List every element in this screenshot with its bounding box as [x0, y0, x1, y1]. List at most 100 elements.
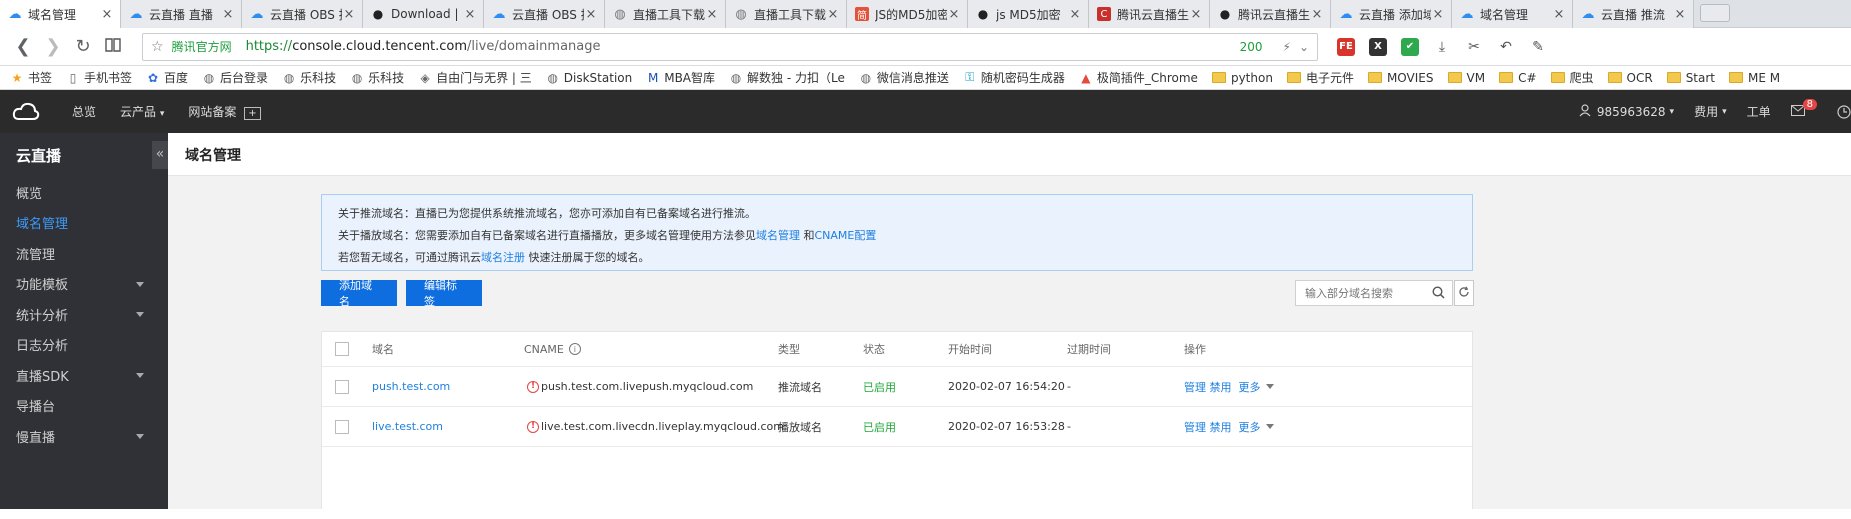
browser-tab[interactable]: ☁ 域名管理 ×: [0, 0, 121, 28]
browser-tab[interactable]: ☁ 云直播 OBS 推×: [484, 0, 605, 28]
close-icon[interactable]: ×: [1431, 7, 1445, 22]
refresh-button[interactable]: [1454, 280, 1474, 306]
chevron-down-icon[interactable]: [1265, 384, 1274, 389]
bookmark-item[interactable]: ▯ 手机书签: [66, 69, 132, 86]
close-icon[interactable]: ×: [463, 7, 477, 22]
browser-tab[interactable]: ☁ 云直播 添加域 ×: [1331, 0, 1452, 28]
bookmark-item[interactable]: ◍ 后台登录: [202, 69, 268, 86]
close-icon[interactable]: ×: [826, 7, 840, 22]
domain-link[interactable]: push.test.com: [372, 367, 450, 406]
billing-menu[interactable]: 费用 ▾: [1694, 103, 1727, 120]
cname-config-doc-link[interactable]: CNAME配置: [815, 229, 877, 242]
reload-icon[interactable]: ↻: [68, 36, 98, 57]
sidebar-item[interactable]: 日志分析: [0, 330, 168, 361]
nav-overview[interactable]: 总览: [72, 103, 96, 120]
domain-search-input[interactable]: [1305, 286, 1425, 300]
close-icon[interactable]: ×: [1552, 7, 1566, 22]
tencent-cloud-logo-icon[interactable]: [0, 102, 52, 122]
warning-icon[interactable]: !: [527, 420, 539, 433]
close-icon[interactable]: ×: [1310, 7, 1324, 22]
close-icon[interactable]: ×: [947, 7, 961, 22]
sidebar-item[interactable]: 慢直播: [0, 421, 168, 452]
browser-tab[interactable]: ● js MD5加密 ×: [968, 0, 1089, 28]
chevron-down-icon[interactable]: ⌄: [1299, 40, 1309, 54]
close-icon[interactable]: ×: [705, 7, 719, 22]
select-all-checkbox[interactable]: [335, 342, 349, 356]
sidebar-item[interactable]: 流管理: [0, 238, 168, 269]
zoom-level[interactable]: 200: [1240, 40, 1263, 54]
new-tab-button[interactable]: [1700, 4, 1730, 22]
bookmark-item[interactable]: ◍ 乐科技: [350, 69, 404, 86]
bookmark-item[interactable]: python: [1211, 71, 1273, 85]
more-link[interactable]: 更多: [1239, 419, 1261, 435]
bookmark-item[interactable]: ◈ 自由门与无界 | 三: [418, 69, 531, 86]
close-icon[interactable]: ×: [584, 7, 598, 22]
account-menu[interactable]: 985963628 ▾: [1579, 103, 1674, 120]
reader-mode-icon[interactable]: [98, 36, 128, 57]
close-icon[interactable]: ×: [1068, 7, 1082, 22]
sidebar-item[interactable]: 域名管理: [0, 208, 168, 239]
bookmark-item[interactable]: ⚿ 随机密码生成器: [963, 69, 1065, 86]
bookmark-item[interactable]: M MBA智库: [646, 69, 715, 86]
domain-register-link[interactable]: 域名注册: [481, 251, 525, 264]
bookmark-item[interactable]: ✿ 百度: [146, 69, 188, 86]
browser-tab[interactable]: ● 腾讯云直播生 ×: [1210, 0, 1331, 28]
shield-extension-icon[interactable]: ✔: [1401, 37, 1419, 56]
address-bar[interactable]: ☆ 腾讯官方网 https://console.cloud.tencent.co…: [142, 32, 1318, 61]
sidebar-item[interactable]: 功能模板: [0, 269, 168, 300]
browser-tab[interactable]: ◍ 直播工具下载 ×: [726, 0, 847, 28]
close-icon[interactable]: ×: [100, 7, 114, 22]
add-domain-button[interactable]: 添加域名: [321, 279, 397, 308]
more-link[interactable]: 更多: [1239, 379, 1261, 395]
bookmark-item[interactable]: ★ 书签: [10, 69, 52, 86]
browser-tab[interactable]: ● Download | ×: [363, 0, 484, 28]
browser-tab[interactable]: ◍ 直播工具下载 ×: [605, 0, 726, 28]
domain-link[interactable]: live.test.com: [372, 407, 443, 446]
back-icon[interactable]: ❮: [8, 36, 38, 57]
browser-tab[interactable]: ☁ 域名管理 ×: [1452, 0, 1573, 28]
browser-tab[interactable]: 简 JS的MD5加密 ×: [847, 0, 968, 28]
warning-icon[interactable]: !: [527, 380, 539, 393]
row-checkbox[interactable]: [335, 419, 349, 434]
nav-icp[interactable]: 网站备案 +: [188, 103, 261, 120]
manage-link[interactable]: 管理: [1184, 379, 1206, 395]
clock-icon[interactable]: [1837, 104, 1851, 119]
bookmark-item[interactable]: MOVIES: [1367, 71, 1434, 85]
bookmark-item[interactable]: OCR: [1607, 71, 1653, 85]
info-icon[interactable]: i: [568, 343, 581, 355]
mail-button[interactable]: 8: [1790, 99, 1817, 119]
ticket-link[interactable]: 工单: [1747, 103, 1771, 120]
forward-icon[interactable]: ❯: [38, 36, 68, 57]
undo-icon[interactable]: ↶: [1497, 38, 1515, 56]
close-icon[interactable]: ×: [221, 7, 235, 22]
bookmark-item[interactable]: ▲ 极简插件_Chrome: [1079, 69, 1198, 86]
disable-link[interactable]: 禁用: [1210, 419, 1232, 435]
collapse-sidebar-icon[interactable]: «: [152, 141, 168, 169]
sidebar-item[interactable]: 概览: [0, 177, 168, 208]
bookmark-item[interactable]: 电子元件: [1286, 69, 1354, 86]
sidebar-item[interactable]: 导播台: [0, 391, 168, 422]
browser-tab[interactable]: ☁ 云直播 OBS 推×: [242, 0, 363, 28]
row-checkbox[interactable]: [335, 379, 349, 394]
manage-link[interactable]: 管理: [1184, 419, 1206, 435]
bookmark-item[interactable]: C#: [1499, 71, 1537, 85]
bookmark-item[interactable]: ◍ 解数独 - 力扣（Le: [729, 69, 845, 86]
browser-tab[interactable]: ☁ 云直播 直播 ×: [121, 0, 242, 28]
chevron-down-icon[interactable]: [1265, 424, 1274, 429]
fe-extension-icon[interactable]: FE: [1337, 37, 1355, 56]
browser-tab[interactable]: C 腾讯云直播生 ×: [1089, 0, 1210, 28]
bookmark-item[interactable]: Start: [1666, 71, 1715, 85]
sidebar-item[interactable]: 统计分析: [0, 299, 168, 330]
x-extension-icon[interactable]: X: [1369, 37, 1387, 56]
bookmark-item[interactable]: ME M: [1729, 71, 1780, 85]
nav-products[interactable]: 云产品 ▾: [120, 103, 164, 120]
bookmark-item[interactable]: 爬虫: [1550, 69, 1594, 86]
lightning-icon[interactable]: ⚡: [1283, 40, 1291, 54]
cut-icon[interactable]: ✂: [1465, 38, 1483, 56]
browser-tab[interactable]: ☁ 云直播 推流 ×: [1573, 0, 1694, 28]
search-icon[interactable]: [1432, 286, 1445, 302]
domain-manage-doc-link[interactable]: 域名管理: [756, 229, 800, 242]
download-icon[interactable]: ⤓: [1433, 38, 1451, 56]
close-icon[interactable]: ×: [1189, 7, 1203, 22]
bookmark-item[interactable]: VM: [1447, 71, 1485, 85]
